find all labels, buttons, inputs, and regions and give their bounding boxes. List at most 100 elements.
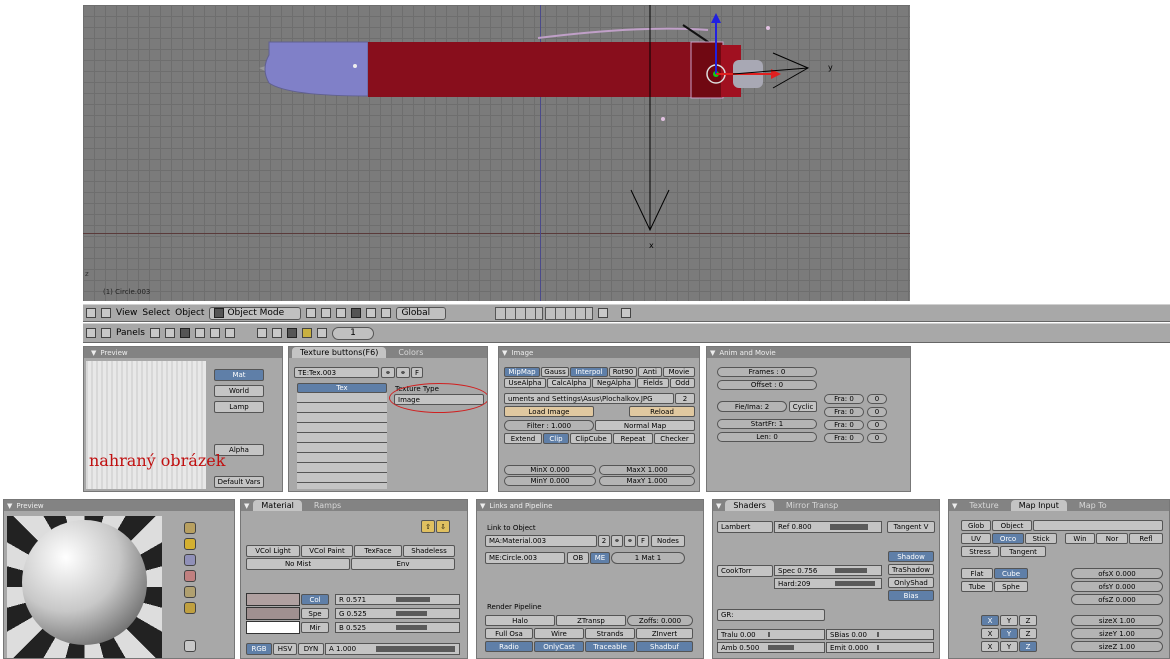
env-button[interactable]: Env: [351, 558, 455, 570]
mipmap-button[interactable]: MipMap: [504, 367, 540, 377]
dyn-button[interactable]: DYN: [298, 643, 324, 655]
group-field[interactable]: GR:: [717, 609, 825, 621]
menu-object[interactable]: Object: [175, 308, 204, 318]
texture-icon[interactable]: [286, 328, 297, 338]
onlyshad-button[interactable]: OnlyShad: [888, 577, 934, 588]
proj-z-3[interactable]: Z: [1019, 641, 1037, 652]
paste-material-icon[interactable]: ⇩: [436, 520, 450, 533]
rgb-button[interactable]: RGB: [246, 643, 272, 655]
fra-field-1[interactable]: Fra: 0: [824, 394, 864, 404]
window-type-icon[interactable]: [86, 308, 96, 318]
preview-plane-icon[interactable]: [184, 522, 196, 534]
offset-field[interactable]: Offset : 0: [717, 380, 817, 390]
fra-field-3[interactable]: Fra: 0: [824, 420, 864, 430]
anti-button[interactable]: Anti: [638, 367, 662, 377]
object-button[interactable]: Object: [992, 520, 1032, 531]
render-icon[interactable]: [621, 308, 631, 318]
preview-hair-icon[interactable]: [184, 586, 196, 598]
preview-sky-icon[interactable]: [184, 602, 196, 614]
material-users[interactable]: 2: [598, 535, 610, 547]
image-users[interactable]: 2: [675, 393, 695, 404]
frames-field[interactable]: Frames : 0: [717, 367, 817, 377]
proj-x-1[interactable]: X: [981, 615, 999, 626]
widget-icon[interactable]: [336, 308, 347, 318]
halo-button[interactable]: Halo: [485, 615, 555, 626]
negalpha-button[interactable]: NegAlpha: [592, 378, 636, 388]
maxy-field[interactable]: MaxY 1.000: [599, 476, 695, 486]
rotate-icon[interactable]: [366, 308, 377, 318]
scale-icon[interactable]: [381, 308, 392, 318]
diffuse-shader-select[interactable]: Lambert: [717, 521, 773, 533]
traceable-button[interactable]: Traceable: [585, 641, 635, 652]
proj-x-2[interactable]: X: [981, 628, 999, 639]
rot90-button[interactable]: Rot90: [609, 367, 637, 377]
ref-slider[interactable]: Ref 0.800: [774, 521, 882, 533]
refl-button[interactable]: Refl: [1129, 533, 1163, 544]
buttons-collapse-icon[interactable]: [101, 328, 111, 338]
ofsx-field[interactable]: ofsX 0.000: [1071, 568, 1163, 579]
flat-button[interactable]: Flat: [961, 568, 993, 579]
material-fake-icon[interactable]: ⚭: [611, 535, 623, 547]
material-name-field[interactable]: MA:Material.003: [485, 535, 597, 547]
minx-field[interactable]: MinX 0.000: [504, 465, 596, 475]
mode-select[interactable]: Object Mode: [209, 306, 302, 320]
tab-map-input[interactable]: Map Input: [1010, 500, 1067, 511]
calcalpha-button[interactable]: CalcAlpha: [547, 378, 591, 388]
tab-ramps[interactable]: Ramps: [306, 501, 349, 510]
mesh-name-field[interactable]: ME:Circle.003: [485, 552, 565, 564]
preview-world-button[interactable]: World: [214, 385, 264, 397]
fra-field-2[interactable]: Fra: 0: [824, 407, 864, 417]
tube-button[interactable]: Tube: [961, 581, 993, 592]
copy-material-icon[interactable]: ⇧: [421, 520, 435, 533]
clipcube-button[interactable]: ClipCube: [570, 433, 612, 444]
no-mist-button[interactable]: No Mist: [246, 558, 350, 570]
odd-button[interactable]: Odd: [670, 378, 695, 388]
material-icon[interactable]: [271, 328, 282, 338]
emit-slider[interactable]: Emit 0.000: [826, 642, 934, 653]
tab-map-to[interactable]: Map To: [1071, 501, 1115, 510]
tab-shaders[interactable]: Shaders: [725, 500, 774, 511]
pen-model[interactable]: [83, 5, 910, 301]
browse-icon[interactable]: ⚭: [396, 367, 410, 378]
tab-mirror-transp[interactable]: Mirror Transp: [778, 501, 846, 510]
mir-swatch[interactable]: [246, 621, 300, 634]
proj-y-1[interactable]: Y: [1000, 615, 1018, 626]
tab-material[interactable]: Material: [253, 500, 302, 511]
gauss-button[interactable]: Gauss: [541, 367, 569, 377]
menu-collapse-icon[interactable]: [101, 308, 111, 318]
image-path-field[interactable]: uments and Settings\Asus\Plochalkov.JPG: [504, 393, 674, 404]
clip-button[interactable]: Clip: [543, 433, 569, 444]
trashadow-button[interactable]: TraShadow: [888, 564, 934, 575]
checker-button[interactable]: Checker: [654, 433, 695, 444]
nodes-button[interactable]: Nodes: [651, 535, 685, 547]
proj-x-3[interactable]: X: [981, 641, 999, 652]
proj-z-1[interactable]: Z: [1019, 615, 1037, 626]
tangent-button[interactable]: Tangent: [1000, 546, 1046, 557]
win-button[interactable]: Win: [1065, 533, 1095, 544]
texface-button[interactable]: TexFace: [354, 545, 402, 557]
fra-zero-4[interactable]: 0: [867, 433, 887, 443]
uv-button[interactable]: UV: [961, 533, 991, 544]
material-f-button[interactable]: F: [637, 535, 649, 547]
ztransp-button[interactable]: ZTransp: [556, 615, 626, 626]
wire-button[interactable]: Wire: [534, 628, 584, 639]
tab-colors[interactable]: Colors: [390, 348, 431, 357]
repeat-button[interactable]: Repeat: [613, 433, 653, 444]
zinvert-button[interactable]: ZInvert: [636, 628, 693, 639]
cube-button[interactable]: Cube: [994, 568, 1028, 579]
reload-button[interactable]: Reload: [629, 406, 695, 417]
spec-slider[interactable]: Spec 0.756: [774, 565, 882, 576]
strands-button[interactable]: Strands: [585, 628, 635, 639]
specular-shader-select[interactable]: CookTorr: [717, 565, 773, 577]
preview-lamp-button[interactable]: Lamp: [214, 401, 264, 413]
b-slider[interactable]: B 0.525: [335, 622, 460, 633]
sizez-field[interactable]: sizeZ 1.00: [1071, 641, 1163, 652]
amb-slider[interactable]: Amb 0.500: [717, 642, 825, 653]
g-slider[interactable]: G 0.525: [335, 608, 460, 619]
col-swatch[interactable]: [246, 593, 300, 606]
orco-button[interactable]: Orco: [992, 533, 1024, 544]
tralu-slider[interactable]: Tralu 0.00: [717, 629, 825, 640]
fake-user-icon[interactable]: ⚭: [381, 367, 395, 378]
alpha-slider[interactable]: A 1.000: [325, 643, 460, 655]
shadow-button[interactable]: Shadow: [888, 551, 934, 562]
